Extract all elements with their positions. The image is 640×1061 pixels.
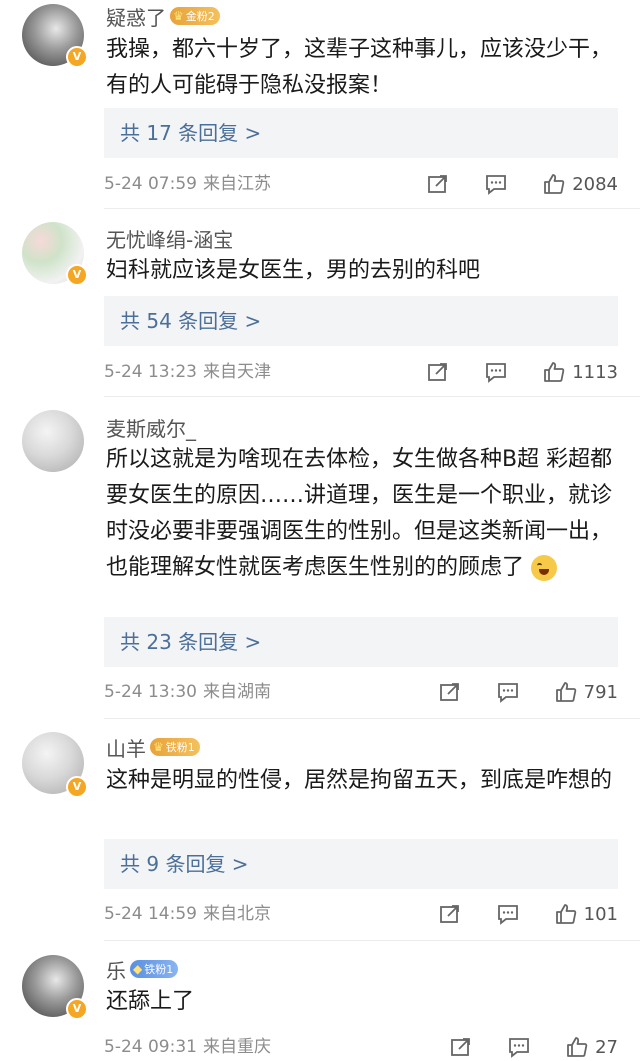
like-icon <box>555 904 576 924</box>
comment-icon[interactable] <box>484 360 508 384</box>
fan-badge-label: 铁粉1 <box>144 963 174 976</box>
verified-v-icon: V <box>66 264 88 286</box>
comment-icon[interactable] <box>496 902 520 926</box>
username[interactable]: 疑惑了 <box>106 2 166 31</box>
fan-badge: ◆ 铁粉1 <box>130 960 179 978</box>
comment-text: 我操，都六十岁了，这辈子这种事儿，应该没少干，有的人可能碍于隐私没报案！ <box>106 37 613 98</box>
username[interactable]: 乐 <box>106 955 126 984</box>
diamond-icon: ◆ <box>133 962 143 976</box>
like-icon <box>544 362 565 382</box>
comment-location: 来自湖南 <box>202 682 271 702</box>
divider <box>104 396 640 397</box>
like-button[interactable]: 1113 <box>542 360 618 384</box>
fan-badge-label: 铁粉1 <box>165 741 195 754</box>
comment-meta: 5-24 07:59 来自江苏 <box>104 170 271 198</box>
crown-icon: ♛ <box>173 9 184 23</box>
fan-badge: ♛ 金粉2 <box>170 7 220 25</box>
comment-text: 妇科就应该是女医生，男的去别的科吧 <box>106 258 481 283</box>
view-replies-button[interactable]: 共 17 条回复 > <box>104 108 618 158</box>
comment-icon[interactable] <box>507 1035 531 1059</box>
like-icon <box>567 1037 588 1057</box>
comment-text: 还舔上了 <box>106 989 195 1014</box>
comment-icon[interactable] <box>484 172 508 196</box>
comment-date: 5-24 13:23 <box>104 362 197 382</box>
view-replies-button[interactable]: 共 54 条回复 > <box>104 296 618 346</box>
view-replies-button[interactable]: 共 23 条回复 > <box>104 617 618 667</box>
avatar[interactable] <box>22 410 84 472</box>
comment-date: 5-24 14:59 <box>104 904 197 924</box>
comment-actions: 1113 <box>426 358 618 386</box>
divider <box>104 940 640 941</box>
like-count: 1113 <box>572 361 618 383</box>
comment-text: 这种是明显的性侵，居然是拘留五天，到底是咋想的 <box>106 768 613 793</box>
like-count: 101 <box>583 903 618 925</box>
comment-icon[interactable] <box>496 680 520 704</box>
divider <box>104 718 640 719</box>
like-button[interactable]: 101 <box>554 902 618 926</box>
comment-actions: 791 <box>438 678 618 706</box>
comment-header: 山羊 ♛ 铁粉1 <box>106 733 200 761</box>
verified-v-icon: V <box>66 998 88 1020</box>
username[interactable]: 麦斯威尔_ <box>106 413 196 442</box>
comment-actions: 2084 <box>426 170 618 198</box>
comment-header: 无忧峰绢-涵宝 <box>106 224 233 252</box>
comment-date: 5-24 07:59 <box>104 174 197 194</box>
verified-v-icon: V <box>66 776 88 798</box>
fan-badge-label: 金粉2 <box>185 10 215 23</box>
divider <box>104 208 640 209</box>
like-count: 2084 <box>572 173 618 195</box>
comment-location: 来自天津 <box>202 362 271 382</box>
like-button[interactable]: 791 <box>554 680 618 704</box>
comment-text: 所以这就是为啥现在去体检，女生做各种B超 彩超都要女医生的原因……讲道理，医生是… <box>106 442 616 586</box>
comment-actions: 101 <box>438 900 618 928</box>
comment-actions: 27 <box>449 1033 618 1061</box>
like-button[interactable]: 27 <box>565 1035 618 1059</box>
repost-icon[interactable] <box>426 172 450 196</box>
comment-meta: 5-24 14:59 来自北京 <box>104 900 271 928</box>
crown-icon: ♛ <box>153 740 164 754</box>
comment-header: 乐 ◆ 铁粉1 <box>106 955 179 984</box>
like-icon <box>555 682 576 702</box>
comment-meta: 5-24 09:31 来自重庆 <box>104 1033 271 1061</box>
comment-meta: 5-24 13:30 来自湖南 <box>104 678 271 706</box>
repost-icon[interactable] <box>426 360 450 384</box>
like-button[interactable]: 2084 <box>542 172 618 196</box>
like-count: 27 <box>595 1036 618 1058</box>
repost-icon[interactable] <box>449 1035 473 1059</box>
comment-location: 来自重庆 <box>202 1037 271 1057</box>
comment-location: 来自江苏 <box>202 174 271 194</box>
comment-date: 5-24 09:31 <box>104 1037 197 1057</box>
comment-header: 麦斯威尔_ <box>106 413 196 441</box>
repost-icon[interactable] <box>438 680 462 704</box>
like-icon <box>544 174 565 194</box>
comment-header: 疑惑了 ♛ 金粉2 <box>106 2 220 30</box>
view-replies-button[interactable]: 共 9 条回复 > <box>104 839 618 889</box>
repost-icon[interactable] <box>438 902 462 926</box>
fan-badge: ♛ 铁粉1 <box>150 738 200 756</box>
comment-date: 5-24 13:30 <box>104 682 197 702</box>
comment-location: 来自北京 <box>202 904 271 924</box>
username[interactable]: 山羊 <box>106 733 146 762</box>
username[interactable]: 无忧峰绢-涵宝 <box>106 224 233 253</box>
verified-v-icon: V <box>66 46 88 68</box>
comment-meta: 5-24 13:23 来自天津 <box>104 358 271 386</box>
like-count: 791 <box>583 681 618 703</box>
laughing-crying-emoji-icon <box>531 555 558 581</box>
